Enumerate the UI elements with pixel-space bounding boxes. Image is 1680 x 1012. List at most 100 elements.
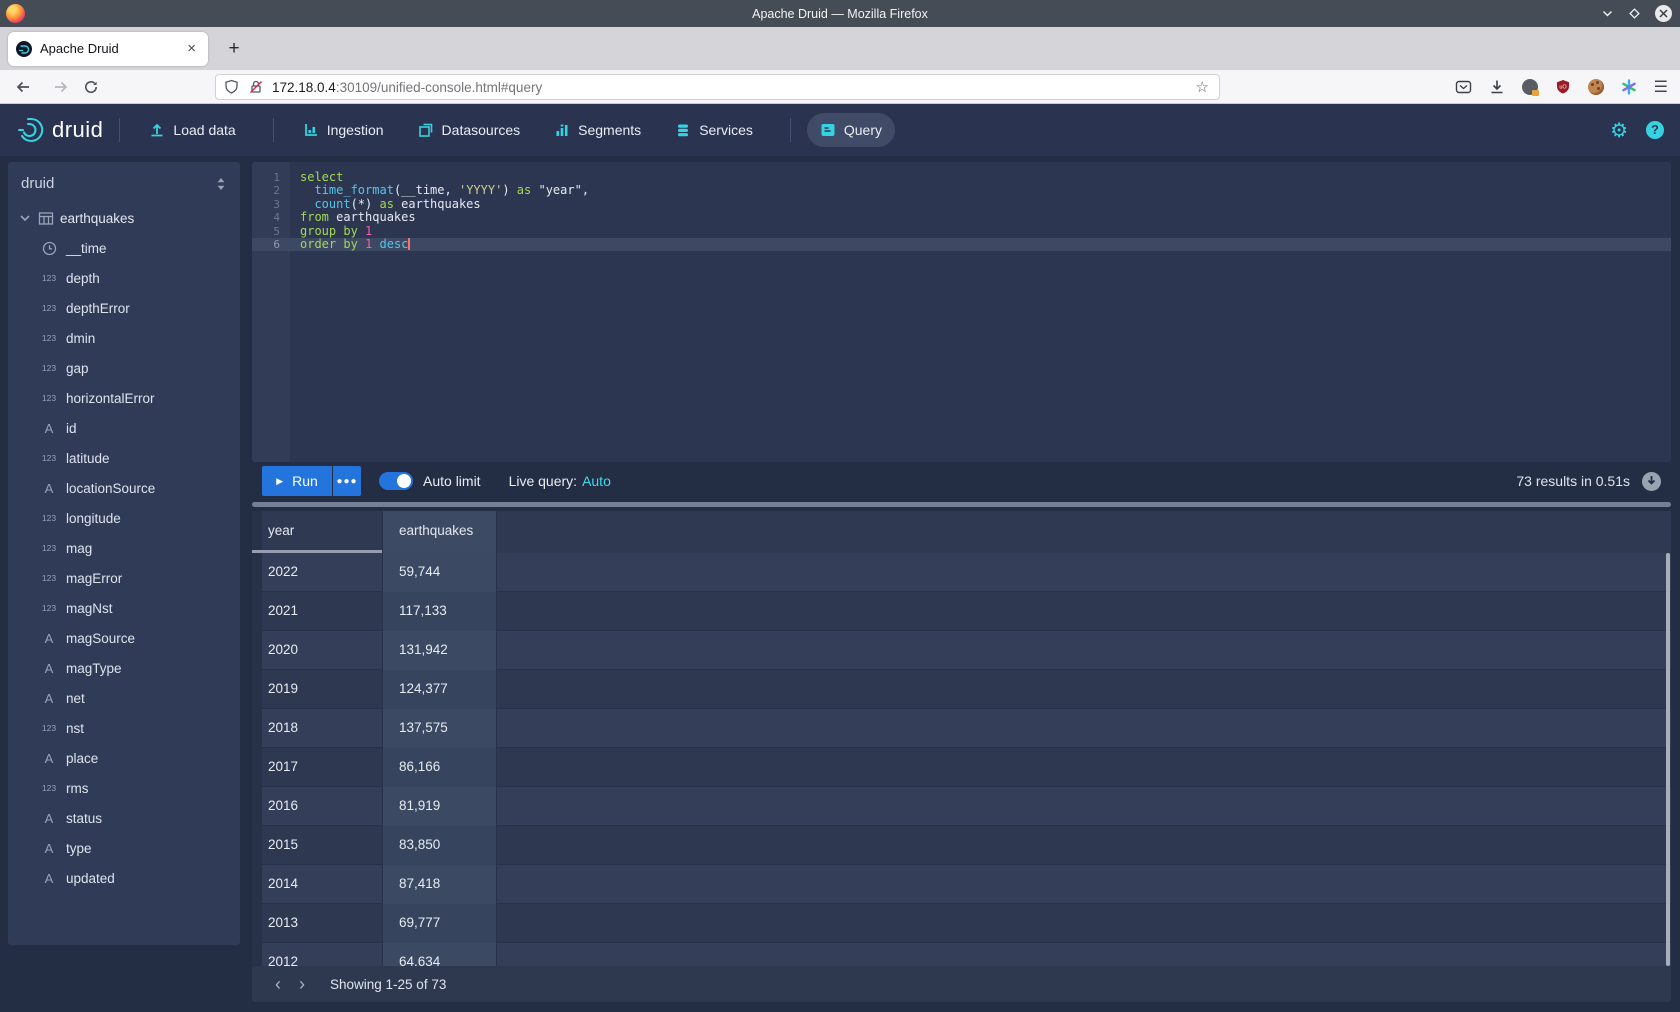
next-page-icon[interactable]: › [290, 972, 314, 996]
downloads-icon[interactable] [1489, 79, 1505, 95]
cell-year[interactable]: 2018 [252, 709, 382, 748]
auto-limit-toggle[interactable] [379, 472, 413, 490]
bookmark-star-icon[interactable]: ☆ [1194, 78, 1211, 96]
cell-year[interactable]: 2019 [252, 670, 382, 709]
forward-icon[interactable] [48, 74, 74, 100]
druid-logo[interactable]: druid [16, 115, 103, 145]
schema-column-net[interactable]: Anet [8, 683, 240, 713]
schema-column-rms[interactable]: 123rms [8, 773, 240, 803]
nav-item-segments[interactable]: Segments [541, 113, 654, 147]
column-name: magNst [66, 601, 113, 616]
reload-icon[interactable] [78, 74, 104, 100]
account-icon[interactable] [1522, 79, 1538, 95]
cell-year[interactable]: 2017 [252, 748, 382, 787]
schema-column-magError[interactable]: 123magError [8, 563, 240, 593]
cell-year[interactable]: 2022 [252, 553, 382, 592]
run-button[interactable]: ▶ Run [262, 466, 332, 496]
cell-earthquakes[interactable]: 69,777 [382, 904, 497, 943]
nav-item-label: Load data [173, 122, 235, 138]
schema-column-longitude[interactable]: 123longitude [8, 503, 240, 533]
cell-earthquakes[interactable]: 87,418 [382, 865, 497, 904]
query-main: 1select2 time_format(__time, 'YYYY') as … [252, 162, 1671, 1012]
nav-item-datasources[interactable]: Datasources [405, 113, 534, 147]
back-icon[interactable] [10, 74, 36, 100]
maximize-icon[interactable] [1628, 7, 1641, 20]
prev-page-icon[interactable]: ‹ [266, 972, 290, 996]
gear-icon[interactable]: ⚙ [1610, 118, 1628, 143]
extension-asterisk-icon[interactable] [1621, 79, 1637, 95]
column-header-year[interactable]: year [252, 511, 382, 553]
schema-column-gap[interactable]: 123gap [8, 353, 240, 383]
horizontal-scrollbar[interactable] [252, 502, 1671, 507]
cell-earthquakes[interactable]: 124,377 [382, 670, 497, 709]
schema-column-id[interactable]: Aid [8, 413, 240, 443]
run-more-button[interactable]: ●●● [333, 466, 361, 496]
pagination-label: Showing 1-25 of 73 [330, 977, 446, 992]
cell-earthquakes[interactable]: 117,133 [382, 592, 497, 631]
cell-earthquakes[interactable]: 81,919 [382, 787, 497, 826]
column-header-earthquakes[interactable]: earthquakes [382, 511, 497, 553]
cell-year[interactable]: 2015 [252, 826, 382, 865]
url-text[interactable]: 172.18.0.4:30109/unified-console.html#qu… [272, 80, 1194, 95]
cell-year[interactable]: 2021 [252, 592, 382, 631]
cell-earthquakes[interactable]: 59,744 [382, 553, 497, 592]
schema-column-mag[interactable]: 123mag [8, 533, 240, 563]
nav-item-load-data[interactable]: Load data [136, 113, 248, 147]
schema-column-locationSource[interactable]: AlocationSource [8, 473, 240, 503]
tab-close-icon[interactable]: × [183, 40, 200, 57]
schema-column-magSource[interactable]: AmagSource [8, 623, 240, 653]
minimize-icon[interactable] [1601, 7, 1614, 20]
schema-column-horizontalError[interactable]: 123horizontalError [8, 383, 240, 413]
menu-icon[interactable]: ☰ [1654, 77, 1668, 97]
schema-table-earthquakes[interactable]: earthquakes [8, 203, 240, 233]
insecure-lock-icon[interactable] [248, 79, 264, 95]
vertical-scrollbar[interactable] [1666, 553, 1670, 966]
divider [273, 118, 274, 142]
schema-column-status[interactable]: Astatus [8, 803, 240, 833]
tab-apache-druid[interactable]: Apache Druid × [8, 32, 208, 66]
cell-year[interactable]: 2020 [252, 631, 382, 670]
cell-earthquakes[interactable]: 131,942 [382, 631, 497, 670]
cell-earthquakes[interactable]: 83,850 [382, 826, 497, 865]
cookie-icon[interactable] [1588, 79, 1604, 95]
schema-column-depthError[interactable]: 123depthError [8, 293, 240, 323]
schema-column-nst[interactable]: 123nst [8, 713, 240, 743]
help-icon[interactable]: ? [1646, 121, 1664, 139]
download-results-icon[interactable] [1642, 472, 1661, 491]
schema-selector[interactable]: druid [8, 162, 240, 203]
schema-column-__time[interactable]: __time [8, 233, 240, 263]
cell-year[interactable]: 2013 [252, 904, 382, 943]
code-text: from earthquakes [290, 211, 416, 224]
table-row: 2018137,575 [252, 709, 1671, 748]
table-row: 201264,634 [252, 943, 1671, 966]
live-query-value[interactable]: Auto [582, 473, 611, 489]
sql-editor[interactable]: 1select2 time_format(__time, 'YYYY') as … [252, 162, 1671, 462]
table-row: 2019124,377 [252, 670, 1671, 709]
ublock-icon[interactable]: uO [1555, 79, 1571, 95]
schema-column-latitude[interactable]: 123latitude [8, 443, 240, 473]
cell-earthquakes[interactable]: 137,575 [382, 709, 497, 748]
svg-text:uO: uO [1559, 85, 1567, 91]
cell-earthquakes[interactable]: 64,634 [382, 943, 497, 966]
chevron-down-icon[interactable] [18, 211, 32, 225]
schema-column-magType[interactable]: AmagType [8, 653, 240, 683]
close-icon[interactable] [1655, 5, 1672, 22]
nav-item-services[interactable]: Services [662, 113, 766, 147]
schema-column-dmin[interactable]: 123dmin [8, 323, 240, 353]
schema-column-depth[interactable]: 123depth [8, 263, 240, 293]
nav-item-query[interactable]: Query [807, 113, 895, 147]
shield-icon[interactable] [224, 79, 239, 95]
schema-column-magNst[interactable]: 123magNst [8, 593, 240, 623]
sort-double-caret-icon[interactable] [214, 176, 228, 192]
cell-earthquakes[interactable]: 86,166 [382, 748, 497, 787]
schema-column-updated[interactable]: Aupdated [8, 863, 240, 893]
cell-year[interactable]: 2012 [252, 943, 382, 966]
cell-year[interactable]: 2014 [252, 865, 382, 904]
nav-item-ingestion[interactable]: Ingestion [290, 113, 397, 147]
schema-column-type[interactable]: Atype [8, 833, 240, 863]
new-tab-button[interactable]: + [220, 35, 248, 63]
pocket-icon[interactable] [1455, 79, 1472, 95]
schema-column-place[interactable]: Aplace [8, 743, 240, 773]
cell-year[interactable]: 2016 [252, 787, 382, 826]
url-bar[interactable]: 172.18.0.4:30109/unified-console.html#qu… [215, 74, 1220, 100]
